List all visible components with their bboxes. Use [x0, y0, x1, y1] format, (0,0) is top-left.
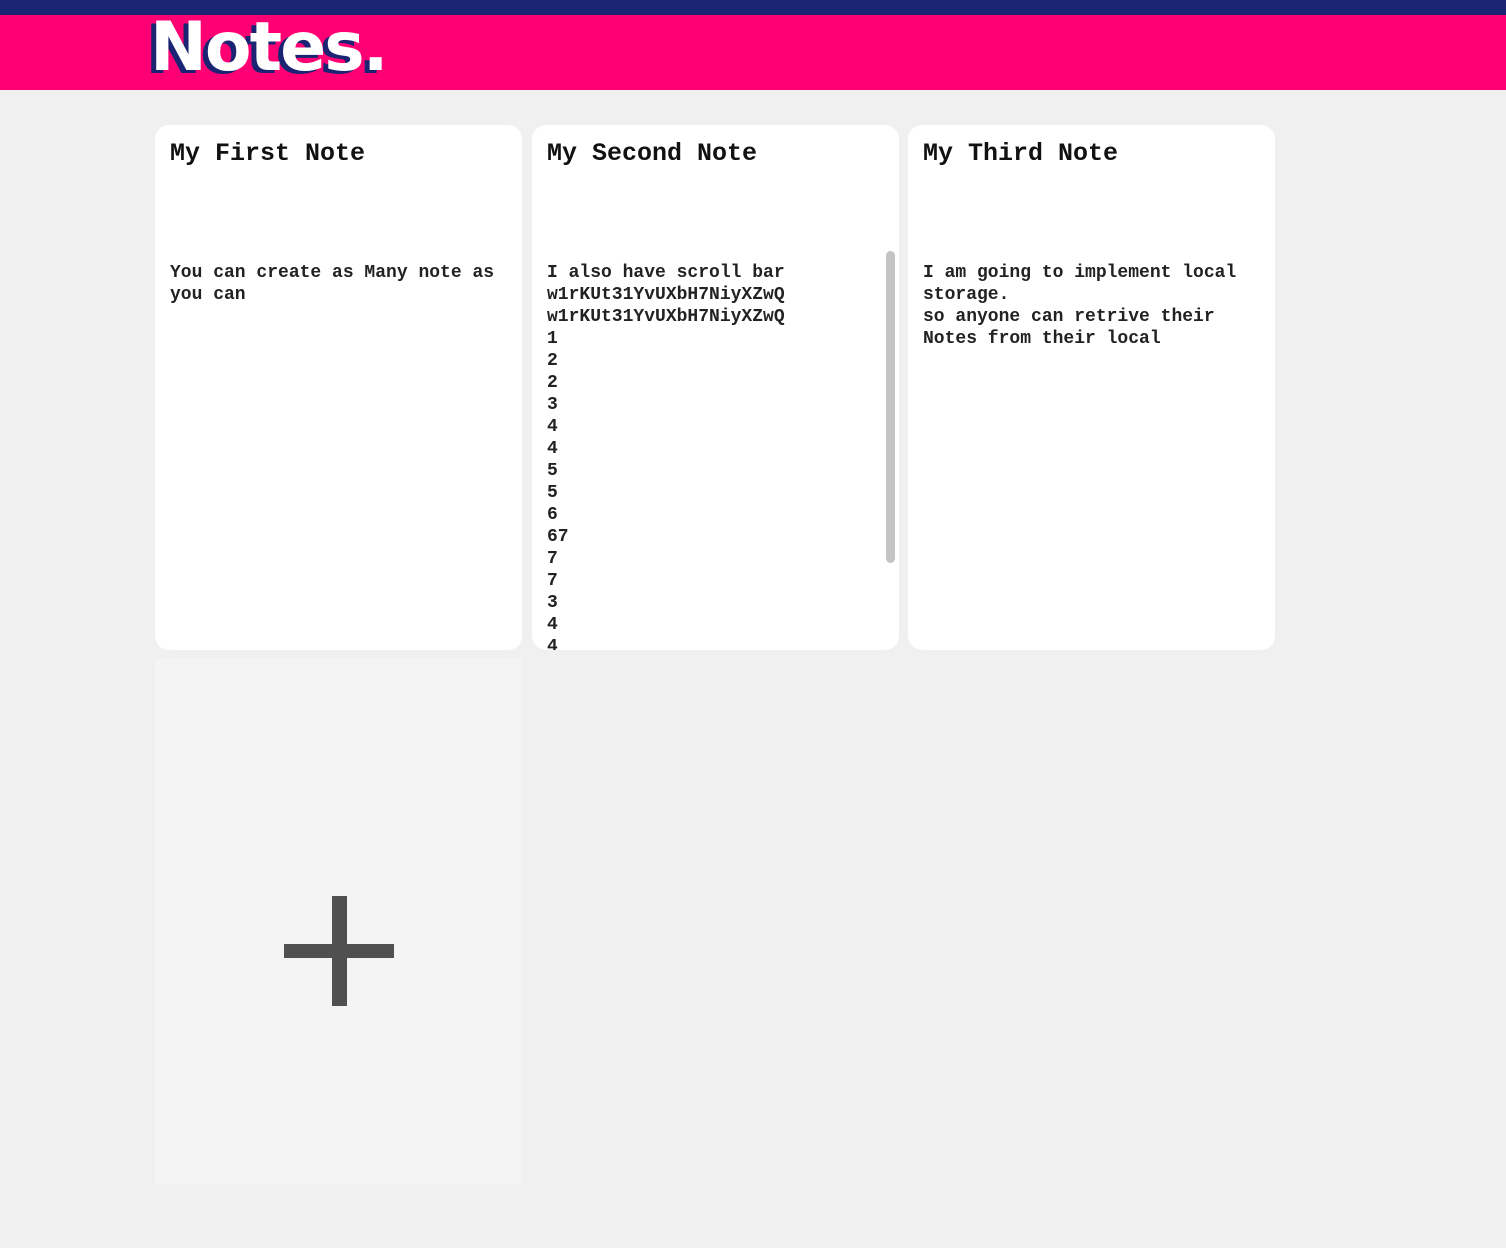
note-title[interactable]: My Second Note [547, 139, 757, 168]
plus-icon-horizontal-bar [284, 944, 394, 958]
note-title[interactable]: My First Note [170, 139, 365, 168]
note-scrollbar[interactable] [886, 251, 895, 563]
app-logo: Notes. [150, 8, 389, 87]
note-body[interactable]: I also have scroll bar w1rKUt31YvUXbH7Ni… [547, 262, 885, 650]
add-note-button[interactable] [155, 659, 522, 1184]
note-body[interactable]: You can create as Many note as you can [170, 262, 508, 650]
note-card[interactable]: My First Note You can create as Many not… [155, 125, 522, 650]
note-body[interactable]: I am going to implement local storage. s… [923, 262, 1261, 650]
app-header: Notes. [0, 8, 1506, 90]
note-card[interactable]: My Third Note I am going to implement lo… [908, 125, 1275, 650]
note-title[interactable]: My Third Note [923, 139, 1118, 168]
note-card[interactable]: My Second Note I also have scroll bar w1… [532, 125, 899, 650]
